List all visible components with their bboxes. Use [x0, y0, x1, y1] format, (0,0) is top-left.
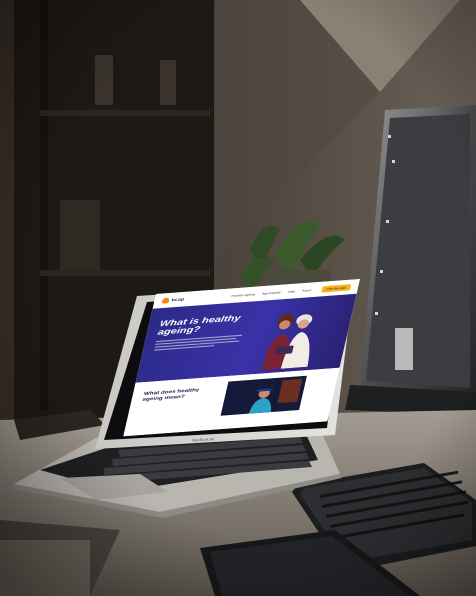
get-app-button[interactable]: Get the app [321, 283, 352, 293]
nav-item-help[interactable]: Help [288, 290, 296, 293]
hero-title: What is healthy ageing? [157, 312, 242, 337]
nav-item-healthy-ageing[interactable]: Healthy ageing [231, 293, 255, 298]
section-title: What does healthy ageing mean? [142, 387, 200, 402]
video-still [220, 375, 307, 416]
hero-body-text [153, 334, 243, 353]
site-logo[interactable]: bcap [161, 296, 185, 304]
photo-scene: MacBook Air bcap Healthy ageing Age-frie… [0, 0, 476, 596]
laptop-screen: bcap Healthy ageing Age-friendly Help Ab… [123, 278, 360, 437]
hero-photo [261, 313, 313, 371]
video-thumbnail[interactable] [220, 375, 307, 416]
logo-text: bcap [171, 297, 185, 303]
nav-menu: Healthy ageing Age-friendly Help About [231, 288, 312, 297]
nav-item-age-friendly[interactable]: Age-friendly [262, 291, 281, 295]
nav-item-about[interactable]: About [302, 288, 312, 292]
flame-icon [161, 297, 170, 304]
